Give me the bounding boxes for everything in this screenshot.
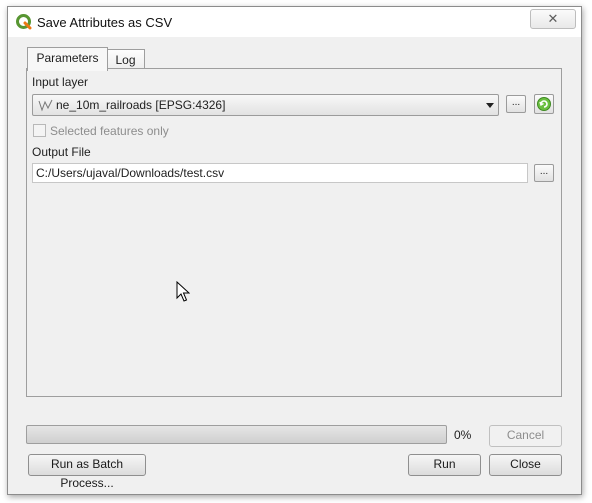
run-button[interactable]: Run xyxy=(408,454,481,476)
iterate-layer-button[interactable] xyxy=(534,94,554,114)
input-layer-value: ne_10m_railroads [EPSG:4326] xyxy=(56,98,226,112)
output-file-label: Output File xyxy=(32,145,91,159)
window-close-button[interactable]: ✕ xyxy=(530,9,576,29)
iterate-icon xyxy=(537,97,551,111)
progress-bar xyxy=(26,425,447,444)
mouse-cursor-icon xyxy=(176,281,190,302)
qgis-logo-icon xyxy=(16,14,32,30)
output-file-field[interactable]: C:/Users/ujaval/Downloads/test.csv xyxy=(32,163,528,183)
dialog-window: Save Attributes as CSV ✕ Parameters Log … xyxy=(7,6,582,495)
output-file-value: C:/Users/ujaval/Downloads/test.csv xyxy=(36,166,225,180)
input-layer-browse-button[interactable]: ... xyxy=(506,95,526,113)
input-layer-combobox[interactable]: ne_10m_railroads [EPSG:4326] xyxy=(32,94,499,116)
selected-features-checkbox[interactable] xyxy=(33,124,46,137)
output-file-browse-button[interactable]: ... xyxy=(534,164,554,182)
input-layer-label: Input layer xyxy=(32,75,89,89)
line-layer-icon xyxy=(38,99,53,112)
parameters-panel xyxy=(26,68,562,397)
title-bar: Save Attributes as CSV ✕ xyxy=(8,7,581,37)
run-batch-button[interactable]: Run as Batch Process... xyxy=(28,454,146,490)
tab-parameters[interactable]: Parameters xyxy=(27,47,108,71)
chevron-down-icon xyxy=(486,103,494,108)
cancel-button[interactable]: Cancel xyxy=(489,425,562,447)
window-title: Save Attributes as CSV xyxy=(37,15,173,30)
selected-features-label: Selected features only xyxy=(50,124,169,138)
close-button[interactable]: Close xyxy=(489,454,562,476)
progress-percent: 0% xyxy=(454,428,472,442)
